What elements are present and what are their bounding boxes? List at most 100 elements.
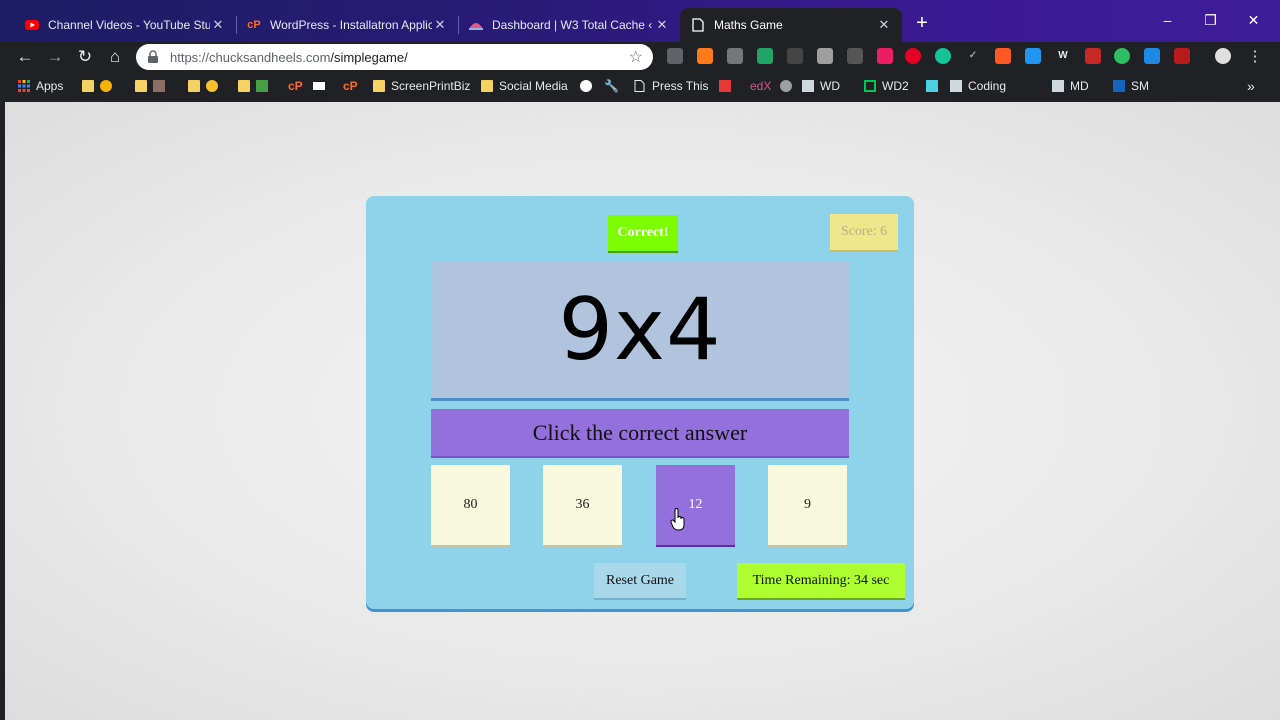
bookmark-folder[interactable]: [188, 77, 224, 95]
answer-choice-1[interactable]: 80: [431, 465, 510, 545]
answer-choice-3[interactable]: 12: [656, 465, 735, 545]
answer-choice-4[interactable]: 9: [768, 465, 847, 545]
reset-game-button[interactable]: Reset Game: [594, 563, 686, 598]
bookmark-favicon: [864, 80, 876, 92]
bookmark-label: Apps: [36, 79, 64, 93]
eyedropper-icon[interactable]: [787, 48, 803, 64]
close-tab-icon[interactable]: ✕: [210, 17, 226, 33]
tab-strip: Channel Videos - YouTube Studio ✕ cP Wor…: [0, 0, 1280, 42]
laptop-icon: [1052, 80, 1064, 92]
bookmark-folder[interactable]: [238, 77, 274, 95]
wappalyzer-icon[interactable]: W: [1055, 48, 1071, 64]
answer-choice-2[interactable]: 36: [543, 465, 622, 545]
bookmark-cpanel[interactable]: cP: [288, 77, 303, 95]
lock-icon: [148, 50, 158, 63]
bookmark-label: Social Media: [499, 79, 568, 93]
new-tab-button[interactable]: +: [909, 11, 935, 37]
time-remaining-box: Time Remaining: 34 sec: [737, 563, 905, 598]
wave-icon[interactable]: [1025, 48, 1041, 64]
bookmark-google[interactable]: [580, 77, 598, 95]
check-icon[interactable]: ✓: [965, 48, 981, 64]
folder-icon: [188, 80, 200, 92]
folder-icon: [238, 80, 250, 92]
gear-icon[interactable]: [847, 48, 863, 64]
bookmark-blue[interactable]: [719, 77, 737, 95]
avatar[interactable]: [1215, 48, 1231, 64]
tab-wordpress-installatron[interactable]: cP WordPress - Installatron Applicat ✕: [236, 8, 458, 42]
extension-icon[interactable]: [667, 48, 683, 64]
bookmarks-bar: Apps cP cP ScreenPrintBiz Social Media 🔧…: [0, 72, 1280, 100]
bookmark-coding[interactable]: Coding: [950, 77, 1006, 95]
pdf-icon[interactable]: [1174, 48, 1190, 64]
close-tab-icon[interactable]: ✕: [876, 17, 892, 33]
tab-title: Channel Videos - YouTube Studio: [48, 18, 210, 32]
folder-icon: [82, 80, 94, 92]
bookmark-card[interactable]: [313, 77, 331, 95]
bookmark-wd[interactable]: WD: [802, 77, 840, 95]
tab-title: Maths Game: [714, 18, 783, 32]
bookmarks-overflow-button[interactable]: »: [1247, 77, 1255, 95]
pinterest-icon[interactable]: [905, 48, 921, 64]
key-icon[interactable]: [817, 48, 833, 64]
bookmark-favicon: [153, 80, 165, 92]
page-ruler-icon[interactable]: [995, 48, 1011, 64]
tab-maths-game[interactable]: Maths Game ✕: [680, 8, 902, 42]
home-button[interactable]: ⌂: [103, 45, 127, 69]
tab-youtube-studio[interactable]: Channel Videos - YouTube Studio ✕: [14, 8, 236, 42]
bookmark-md[interactable]: MD: [1052, 77, 1089, 95]
bookmark-wd2[interactable]: WD2: [864, 77, 909, 95]
bookmark-cpanel[interactable]: cP: [343, 77, 358, 95]
bookmark-wrench[interactable]: 🔧: [604, 77, 619, 95]
folder-icon: [373, 80, 385, 92]
restore-button[interactable]: ❐: [1189, 0, 1232, 42]
bookmark-sm[interactable]: SM: [1113, 77, 1149, 95]
bookmark-favicon: [100, 80, 112, 92]
folder-icon: [135, 80, 147, 92]
google-drive-icon[interactable]: [757, 48, 773, 64]
score-box: Score: 6: [830, 214, 898, 250]
game-container: Correct! Score: 6 9x4 Click the correct …: [366, 196, 914, 609]
bookmark-social-media[interactable]: Social Media: [481, 77, 568, 95]
minimize-button[interactable]: –: [1146, 0, 1189, 42]
bookmark-apps[interactable]: Apps: [18, 77, 63, 95]
bookmark-screenprintbiz[interactable]: ScreenPrintBiz: [373, 77, 470, 95]
tab-w3-total-cache[interactable]: Dashboard | W3 Total Cache ‹ Ch ✕: [458, 8, 680, 42]
bookmark-press-this[interactable]: Press This: [634, 77, 708, 95]
tab-title: WordPress - Installatron Applicat: [270, 18, 432, 32]
bookmark-folder[interactable]: [82, 77, 118, 95]
hand-cursor-icon: [670, 508, 685, 531]
bookmark-favicon: [1113, 80, 1125, 92]
bookmark-favicon: [926, 80, 938, 92]
google-icon: [580, 80, 592, 92]
grammarly-icon[interactable]: [935, 48, 951, 64]
hubspot-icon[interactable]: [697, 48, 713, 64]
youtube-icon: [24, 17, 40, 33]
bookmark-folder[interactable]: [135, 77, 171, 95]
close-window-button[interactable]: ✕: [1232, 0, 1275, 42]
address-bar[interactable]: https://chucksandheels.com/simplegame/ ☆: [136, 44, 653, 70]
bookmark-label: SM: [1131, 79, 1149, 93]
back-button[interactable]: ←: [13, 45, 37, 69]
bookmark-edx[interactable]: edX: [750, 77, 771, 95]
bookmark-cyan[interactable]: [926, 77, 944, 95]
reload-button[interactable]: ↻: [73, 45, 97, 69]
bookmark-wifi[interactable]: [780, 77, 798, 95]
bookmark-label: MD: [1070, 79, 1089, 93]
ublock-icon[interactable]: [1085, 48, 1101, 64]
question-box: 9x4: [431, 261, 849, 401]
page-icon: [690, 17, 706, 33]
forward-button[interactable]: →: [43, 45, 67, 69]
apps-grid-icon: [18, 80, 30, 92]
evernote-icon[interactable]: [1114, 48, 1130, 64]
bookmark-label: Coding: [968, 79, 1007, 93]
cpanel-icon: cP: [247, 19, 261, 31]
bookmark-star-icon[interactable]: ☆: [629, 47, 643, 67]
close-tab-icon[interactable]: ✕: [432, 17, 448, 33]
camera-icon[interactable]: [727, 48, 743, 64]
hangouts-icon[interactable]: [1144, 48, 1160, 64]
close-tab-icon[interactable]: ✕: [654, 17, 670, 33]
menu-icon[interactable]: ⋮: [1243, 45, 1267, 69]
browser-toolbar: ← → ↻ ⌂ https://chucksandheels.com/simpl…: [0, 42, 1280, 72]
tab-title: Dashboard | W3 Total Cache ‹ Ch: [492, 18, 654, 32]
bookmark-app-icon[interactable]: [877, 48, 893, 64]
